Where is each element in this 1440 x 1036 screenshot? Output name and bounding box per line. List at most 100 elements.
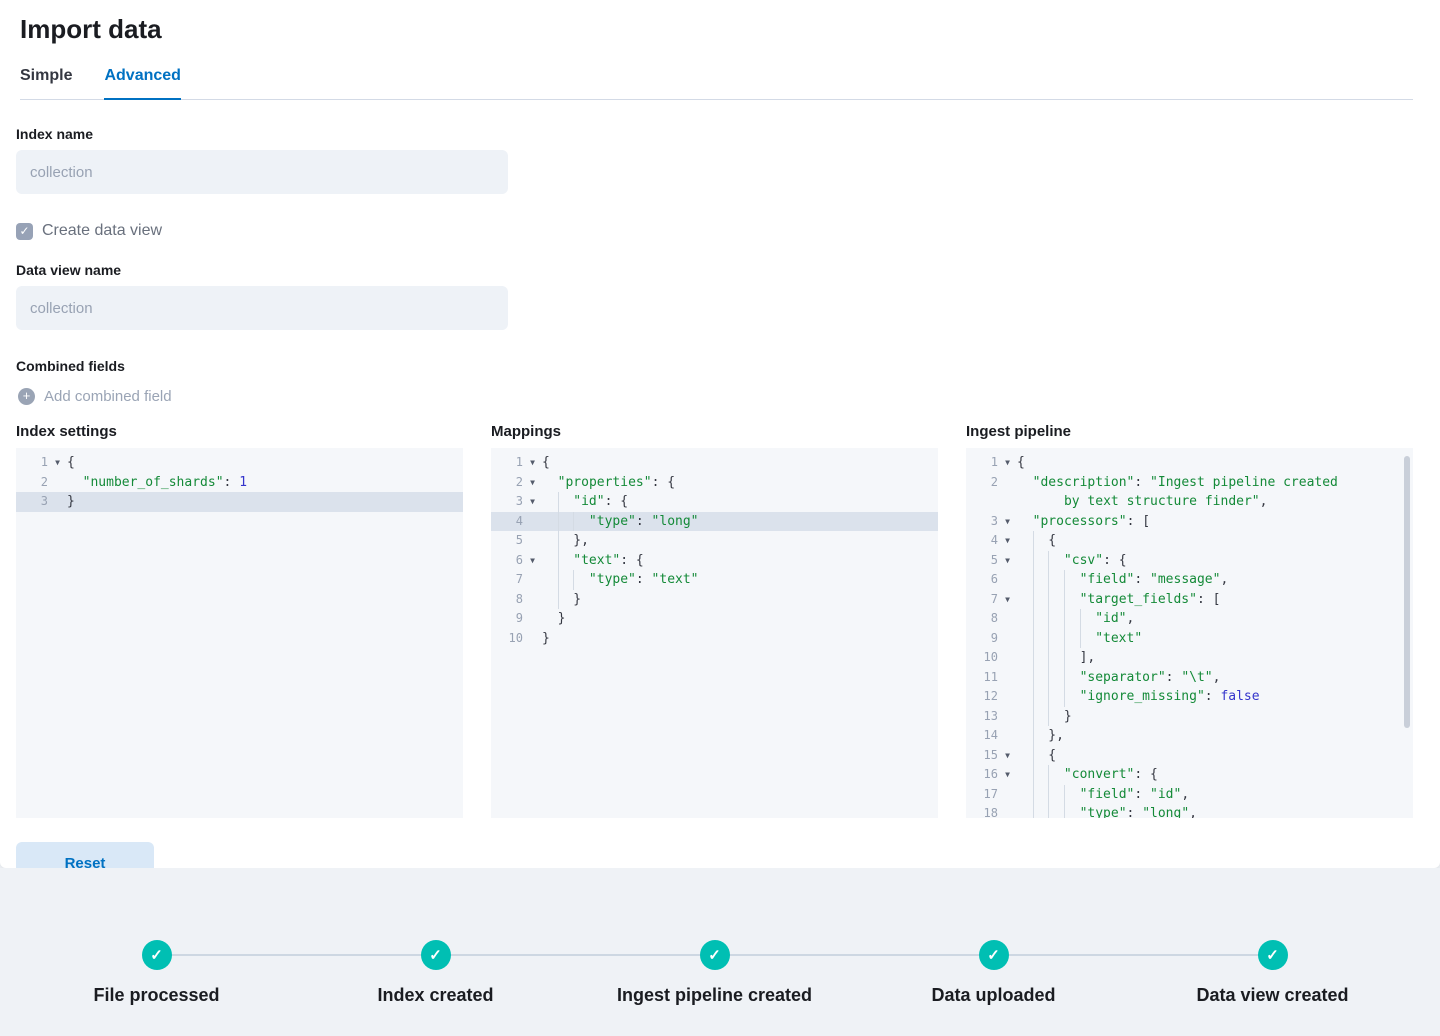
code-line[interactable]: 2 "description": "Ingest pipeline created <box>966 473 1413 493</box>
code-token: "id" <box>1150 786 1182 802</box>
index-name-input[interactable] <box>16 150 508 194</box>
code-line[interactable]: 6 "field": "message", <box>966 570 1413 590</box>
code-token: 1 <box>239 474 248 490</box>
code-line[interactable]: 15 { <box>966 745 1413 766</box>
fold-toggle-icon[interactable] <box>48 453 67 473</box>
code-line[interactable]: 3 "processors": [ <box>966 512 1413 532</box>
fold-toggle-icon[interactable] <box>998 531 1017 551</box>
code-line[interactable]: 14}, <box>966 726 1413 746</box>
code-line[interactable]: 10], <box>966 648 1413 668</box>
code-line-highlighted[interactable]: 4 "type": "long" <box>491 511 938 531</box>
code-line[interactable]: 5}, <box>491 531 938 551</box>
step-label: Ingest pipeline created <box>616 985 813 1005</box>
import-progress-section: File processed Index created Ingest pipeli… <box>0 868 1440 1036</box>
code-line[interactable]: 9 "text" <box>966 628 1413 648</box>
index-settings-section: Index settings 1{2"number_of_shards": 13… <box>16 423 463 818</box>
code-line[interactable]: 4{ <box>966 531 1413 551</box>
index-name-label: Index name <box>16 126 94 142</box>
add-combined-field-button[interactable]: Add combined field <box>18 388 172 405</box>
mappings-editor[interactable]: 1{2"properties": {3"id": {4"type": "long… <box>491 448 938 818</box>
indent-guide <box>1032 804 1049 818</box>
indent-guide <box>1032 589 1049 609</box>
code-token: "processors" <box>1032 513 1127 529</box>
code-line[interactable]: 2 "properties": { <box>491 473 938 493</box>
create-data-view-checkbox[interactable] <box>16 222 33 240</box>
code-line[interactable]: 6 "text": { <box>491 550 938 571</box>
fold-toggle-icon[interactable] <box>523 453 542 473</box>
tab-advanced[interactable]: Advanced <box>104 61 181 100</box>
ingest-pipeline-section: Ingest pipeline 1{2"description": "Inges… <box>966 423 1413 818</box>
code-line[interactable]: 7 "target_fields": [ <box>966 589 1413 610</box>
line-number: 1 <box>40 455 48 469</box>
code-line[interactable]: 7 "type": "text" <box>491 570 938 590</box>
code-line[interactable]: 12 "ignore_missing": false <box>966 687 1413 707</box>
code-line[interactable]: 5 "csv": { <box>966 550 1413 571</box>
fold-toggle-icon[interactable] <box>998 590 1017 610</box>
fold-toggle-icon[interactable] <box>523 551 542 571</box>
tab-simple[interactable]: Simple <box>20 61 72 99</box>
code-token: "message" <box>1150 572 1221 587</box>
code-token: } <box>557 611 566 626</box>
code-line[interactable]: 10} <box>491 629 938 649</box>
line-number: 10 <box>983 650 998 664</box>
ingest-pipeline-editor[interactable]: 1{2"description": "Ingest pipeline creat… <box>966 448 1413 818</box>
code-line[interactable]: 18 "type": "long", <box>966 804 1413 818</box>
indent-guide <box>1032 726 1049 746</box>
code-token: : <box>1126 806 1143 818</box>
indent-guide <box>557 570 574 590</box>
fold-toggle-icon[interactable] <box>523 473 542 493</box>
code-token: } <box>542 630 550 646</box>
code-token: , <box>1259 494 1268 509</box>
code-token: { <box>1048 533 1057 548</box>
code-line[interactable]: 13} <box>966 706 1413 726</box>
code-line[interactable]: 16 "convert": { <box>966 765 1413 785</box>
code-token: "ignore_missing" <box>1079 689 1205 704</box>
fold-toggle-icon[interactable] <box>998 765 1017 785</box>
code-token: { <box>542 455 550 470</box>
code-text: "number_of_shards": 1 <box>67 473 247 493</box>
fold-toggle-icon[interactable] <box>998 453 1017 473</box>
step-label: Data view created <box>1196 985 1349 1005</box>
code-line[interactable]: 2 "number_of_shards": 1 <box>16 473 463 493</box>
code-text: { <box>67 453 75 473</box>
code-line[interactable]: 11 "separator": "\t", <box>966 667 1413 687</box>
scrollbar-thumb[interactable] <box>1404 456 1410 728</box>
code-line[interactable]: 17 "field": "id", <box>966 784 1413 805</box>
code-line-highlighted[interactable]: 3} <box>16 492 463 512</box>
fold-toggle-icon[interactable] <box>998 512 1017 532</box>
code-line[interactable]: by text structure finder", <box>966 492 1413 512</box>
code-token: "text" <box>573 552 621 568</box>
indent-guide <box>1048 765 1064 785</box>
step-complete-check-icon <box>141 940 172 970</box>
indent-guide <box>1063 667 1080 687</box>
code-line[interactable]: 3 "id": { <box>491 492 938 512</box>
code-token: { <box>1017 455 1025 470</box>
code-token: : <box>1204 689 1221 704</box>
step-complete-check-icon <box>1257 940 1288 970</box>
code-token: "text" <box>651 572 699 587</box>
code-line[interactable]: 1{ <box>491 453 938 473</box>
indent-guide <box>1063 589 1080 609</box>
code-line[interactable]: 8} <box>491 589 938 609</box>
indent-guide <box>1032 531 1049 551</box>
line-number: 6 <box>990 572 998 586</box>
stepper-step: File processed <box>17 940 296 1006</box>
fold-toggle-icon[interactable] <box>998 551 1017 571</box>
line-number: 1 <box>515 455 523 469</box>
code-line[interactable]: 1{ <box>966 453 1413 473</box>
indent-guide <box>1063 648 1080 668</box>
indent-guide <box>1063 687 1080 707</box>
code-line[interactable]: 1{ <box>16 453 463 473</box>
line-number: 6 <box>515 552 523 567</box>
code-line[interactable]: 8 "id", <box>966 609 1413 629</box>
code-text: "id", <box>1017 609 1134 629</box>
code-line[interactable]: 9} <box>491 609 938 629</box>
index-settings-editor[interactable]: 1{2"number_of_shards": 13} <box>16 448 463 818</box>
fold-toggle-icon[interactable] <box>523 492 542 512</box>
line-number: 12 <box>983 689 998 703</box>
mappings-title: Mappings <box>491 423 561 440</box>
data-view-name-input[interactable] <box>16 286 508 330</box>
fold-toggle-icon[interactable] <box>998 746 1017 766</box>
